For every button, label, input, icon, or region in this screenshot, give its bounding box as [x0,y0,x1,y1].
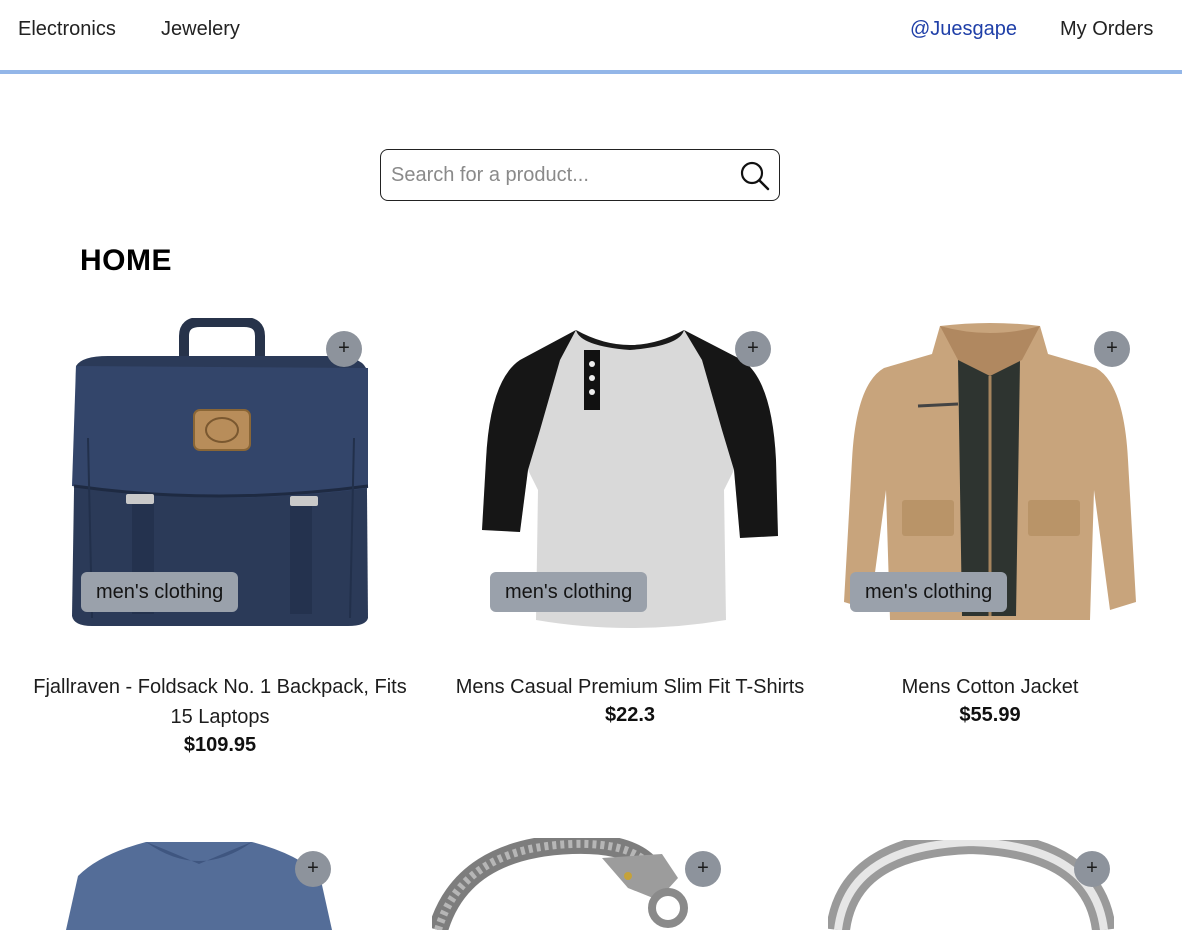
top-nav: Electronics Jewelery @Juesgape My Orders [0,0,1182,74]
product-card[interactable]: + men's clothing Mens Casual Premium Sli… [430,310,830,770]
add-to-cart-button[interactable]: + [295,851,331,887]
product-price: $22.3 [604,704,656,726]
add-to-cart-button[interactable]: + [1094,331,1130,367]
add-to-cart-button[interactable]: + [735,331,771,367]
product-image-ring[interactable] [828,840,1114,930]
my-orders-link[interactable]: My Orders [1060,18,1153,41]
user-profile-link[interactable]: @Juesgape [910,18,1017,41]
product-card[interactable]: + men's clothing Fjallraven - Foldsack N… [20,310,420,770]
search-icon[interactable] [739,160,771,192]
add-to-cart-button[interactable]: + [685,851,721,887]
category-badge: men's clothing [490,572,648,612]
page-title: HOME [80,244,172,277]
product-price: $109.95 [183,734,257,756]
category-badge: men's clothing [850,572,1008,612]
product-card[interactable]: + [430,830,830,930]
product-card[interactable]: + [20,830,420,930]
product-card[interactable]: + [800,830,1182,930]
search-bar [380,149,780,201]
product-image-bracelet[interactable] [432,838,702,930]
product-title[interactable]: Fjallraven - Foldsack No. 1 Backpack, Fi… [20,672,420,732]
nav-link-jewelery[interactable]: Jewelery [161,18,240,41]
product-card[interactable]: + men's clothing Mens Cotton Jacket $55.… [790,310,1182,770]
product-image-shirt[interactable] [66,840,332,930]
product-price: $55.99 [959,704,1021,726]
add-to-cart-button[interactable]: + [326,331,362,367]
product-title[interactable]: Mens Casual Premium Slim Fit T-Shirts [430,672,830,702]
add-to-cart-button[interactable]: + [1074,851,1110,887]
search-input[interactable] [391,162,731,188]
category-badge: men's clothing [81,572,239,612]
product-title[interactable]: Mens Cotton Jacket [790,672,1182,702]
nav-link-electronics[interactable]: Electronics [18,18,116,41]
